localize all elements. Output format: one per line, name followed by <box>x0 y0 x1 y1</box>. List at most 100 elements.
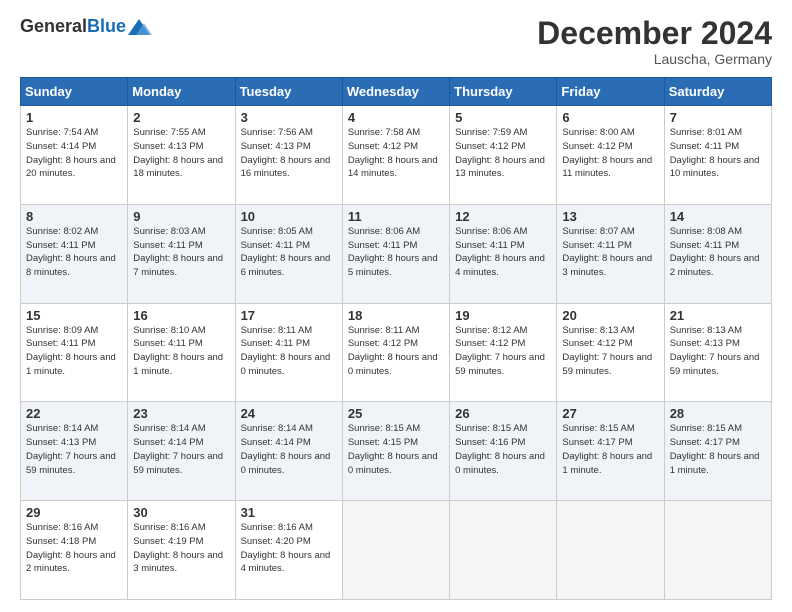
month-title: December 2024 <box>537 16 772 51</box>
day-info: Sunrise: 8:16 AM Sunset: 4:18 PM Dayligh… <box>26 521 122 576</box>
day-info: Sunrise: 8:05 AM Sunset: 4:11 PM Dayligh… <box>241 225 337 280</box>
day-number: 1 <box>26 110 122 125</box>
day-number: 31 <box>241 505 337 520</box>
day-number: 18 <box>348 308 444 323</box>
day-info: Sunrise: 8:01 AM Sunset: 4:11 PM Dayligh… <box>670 126 766 181</box>
calendar-header-sunday: Sunday <box>21 78 128 106</box>
calendar-day-cell: 11Sunrise: 8:06 AM Sunset: 4:11 PM Dayli… <box>342 204 449 303</box>
title-block: December 2024 Lauscha, Germany <box>537 16 772 67</box>
calendar-week-row: 22Sunrise: 8:14 AM Sunset: 4:13 PM Dayli… <box>21 402 772 501</box>
calendar-day-cell: 1Sunrise: 7:54 AM Sunset: 4:14 PM Daylig… <box>21 106 128 205</box>
day-number: 23 <box>133 406 229 421</box>
day-info: Sunrise: 8:11 AM Sunset: 4:11 PM Dayligh… <box>241 324 337 379</box>
day-number: 24 <box>241 406 337 421</box>
calendar-empty-cell <box>664 501 771 600</box>
day-info: Sunrise: 8:13 AM Sunset: 4:13 PM Dayligh… <box>670 324 766 379</box>
day-number: 19 <box>455 308 551 323</box>
day-info: Sunrise: 8:14 AM Sunset: 4:14 PM Dayligh… <box>133 422 229 477</box>
calendar-day-cell: 12Sunrise: 8:06 AM Sunset: 4:11 PM Dayli… <box>450 204 557 303</box>
calendar-day-cell: 18Sunrise: 8:11 AM Sunset: 4:12 PM Dayli… <box>342 303 449 402</box>
day-number: 5 <box>455 110 551 125</box>
day-number: 22 <box>26 406 122 421</box>
day-info: Sunrise: 8:02 AM Sunset: 4:11 PM Dayligh… <box>26 225 122 280</box>
calendar-empty-cell <box>557 501 664 600</box>
calendar-day-cell: 10Sunrise: 8:05 AM Sunset: 4:11 PM Dayli… <box>235 204 342 303</box>
day-number: 4 <box>348 110 444 125</box>
day-number: 15 <box>26 308 122 323</box>
day-number: 28 <box>670 406 766 421</box>
day-info: Sunrise: 8:15 AM Sunset: 4:17 PM Dayligh… <box>562 422 658 477</box>
day-number: 16 <box>133 308 229 323</box>
day-info: Sunrise: 8:13 AM Sunset: 4:12 PM Dayligh… <box>562 324 658 379</box>
calendar-day-cell: 31Sunrise: 8:16 AM Sunset: 4:20 PM Dayli… <box>235 501 342 600</box>
day-info: Sunrise: 8:07 AM Sunset: 4:11 PM Dayligh… <box>562 225 658 280</box>
header: GeneralBlue December 2024 Lauscha, Germa… <box>20 16 772 67</box>
calendar-day-cell: 2Sunrise: 7:55 AM Sunset: 4:13 PM Daylig… <box>128 106 235 205</box>
calendar-day-cell: 19Sunrise: 8:12 AM Sunset: 4:12 PM Dayli… <box>450 303 557 402</box>
day-number: 12 <box>455 209 551 224</box>
calendar-day-cell: 26Sunrise: 8:15 AM Sunset: 4:16 PM Dayli… <box>450 402 557 501</box>
calendar-week-row: 8Sunrise: 8:02 AM Sunset: 4:11 PM Daylig… <box>21 204 772 303</box>
calendar-day-cell: 17Sunrise: 8:11 AM Sunset: 4:11 PM Dayli… <box>235 303 342 402</box>
calendar-header-row: SundayMondayTuesdayWednesdayThursdayFrid… <box>21 78 772 106</box>
day-info: Sunrise: 7:54 AM Sunset: 4:14 PM Dayligh… <box>26 126 122 181</box>
day-number: 14 <box>670 209 766 224</box>
calendar-day-cell: 4Sunrise: 7:58 AM Sunset: 4:12 PM Daylig… <box>342 106 449 205</box>
calendar-day-cell: 29Sunrise: 8:16 AM Sunset: 4:18 PM Dayli… <box>21 501 128 600</box>
day-number: 8 <box>26 209 122 224</box>
calendar-day-cell: 22Sunrise: 8:14 AM Sunset: 4:13 PM Dayli… <box>21 402 128 501</box>
day-number: 25 <box>348 406 444 421</box>
calendar-day-cell: 3Sunrise: 7:56 AM Sunset: 4:13 PM Daylig… <box>235 106 342 205</box>
day-number: 10 <box>241 209 337 224</box>
day-number: 7 <box>670 110 766 125</box>
day-info: Sunrise: 8:15 AM Sunset: 4:16 PM Dayligh… <box>455 422 551 477</box>
day-number: 9 <box>133 209 229 224</box>
day-number: 3 <box>241 110 337 125</box>
day-info: Sunrise: 7:55 AM Sunset: 4:13 PM Dayligh… <box>133 126 229 181</box>
calendar-day-cell: 27Sunrise: 8:15 AM Sunset: 4:17 PM Dayli… <box>557 402 664 501</box>
calendar-day-cell: 23Sunrise: 8:14 AM Sunset: 4:14 PM Dayli… <box>128 402 235 501</box>
calendar-empty-cell <box>342 501 449 600</box>
calendar-day-cell: 8Sunrise: 8:02 AM Sunset: 4:11 PM Daylig… <box>21 204 128 303</box>
day-info: Sunrise: 8:14 AM Sunset: 4:14 PM Dayligh… <box>241 422 337 477</box>
day-info: Sunrise: 7:59 AM Sunset: 4:12 PM Dayligh… <box>455 126 551 181</box>
calendar-header-friday: Friday <box>557 78 664 106</box>
logo-general: GeneralBlue <box>20 16 126 37</box>
day-info: Sunrise: 8:15 AM Sunset: 4:17 PM Dayligh… <box>670 422 766 477</box>
page: GeneralBlue December 2024 Lauscha, Germa… <box>0 0 792 612</box>
day-number: 6 <box>562 110 658 125</box>
day-info: Sunrise: 8:15 AM Sunset: 4:15 PM Dayligh… <box>348 422 444 477</box>
day-number: 21 <box>670 308 766 323</box>
day-info: Sunrise: 7:58 AM Sunset: 4:12 PM Dayligh… <box>348 126 444 181</box>
calendar-header-wednesday: Wednesday <box>342 78 449 106</box>
day-info: Sunrise: 7:56 AM Sunset: 4:13 PM Dayligh… <box>241 126 337 181</box>
calendar-table: SundayMondayTuesdayWednesdayThursdayFrid… <box>20 77 772 600</box>
calendar-day-cell: 24Sunrise: 8:14 AM Sunset: 4:14 PM Dayli… <box>235 402 342 501</box>
calendar-day-cell: 21Sunrise: 8:13 AM Sunset: 4:13 PM Dayli… <box>664 303 771 402</box>
calendar-header-monday: Monday <box>128 78 235 106</box>
day-number: 13 <box>562 209 658 224</box>
day-info: Sunrise: 8:12 AM Sunset: 4:12 PM Dayligh… <box>455 324 551 379</box>
day-info: Sunrise: 8:00 AM Sunset: 4:12 PM Dayligh… <box>562 126 658 181</box>
calendar-header-saturday: Saturday <box>664 78 771 106</box>
calendar-day-cell: 25Sunrise: 8:15 AM Sunset: 4:15 PM Dayli… <box>342 402 449 501</box>
calendar-day-cell: 6Sunrise: 8:00 AM Sunset: 4:12 PM Daylig… <box>557 106 664 205</box>
calendar-header-thursday: Thursday <box>450 78 557 106</box>
day-number: 29 <box>26 505 122 520</box>
calendar-day-cell: 28Sunrise: 8:15 AM Sunset: 4:17 PM Dayli… <box>664 402 771 501</box>
day-number: 11 <box>348 209 444 224</box>
calendar-header-tuesday: Tuesday <box>235 78 342 106</box>
logo: GeneralBlue <box>20 16 152 37</box>
day-number: 27 <box>562 406 658 421</box>
calendar-day-cell: 30Sunrise: 8:16 AM Sunset: 4:19 PM Dayli… <box>128 501 235 600</box>
calendar-day-cell: 16Sunrise: 8:10 AM Sunset: 4:11 PM Dayli… <box>128 303 235 402</box>
day-number: 20 <box>562 308 658 323</box>
day-number: 30 <box>133 505 229 520</box>
location: Lauscha, Germany <box>537 51 772 67</box>
calendar-week-row: 29Sunrise: 8:16 AM Sunset: 4:18 PM Dayli… <box>21 501 772 600</box>
calendar-day-cell: 14Sunrise: 8:08 AM Sunset: 4:11 PM Dayli… <box>664 204 771 303</box>
calendar-week-row: 15Sunrise: 8:09 AM Sunset: 4:11 PM Dayli… <box>21 303 772 402</box>
day-info: Sunrise: 8:14 AM Sunset: 4:13 PM Dayligh… <box>26 422 122 477</box>
calendar-day-cell: 7Sunrise: 8:01 AM Sunset: 4:11 PM Daylig… <box>664 106 771 205</box>
calendar-day-cell: 9Sunrise: 8:03 AM Sunset: 4:11 PM Daylig… <box>128 204 235 303</box>
